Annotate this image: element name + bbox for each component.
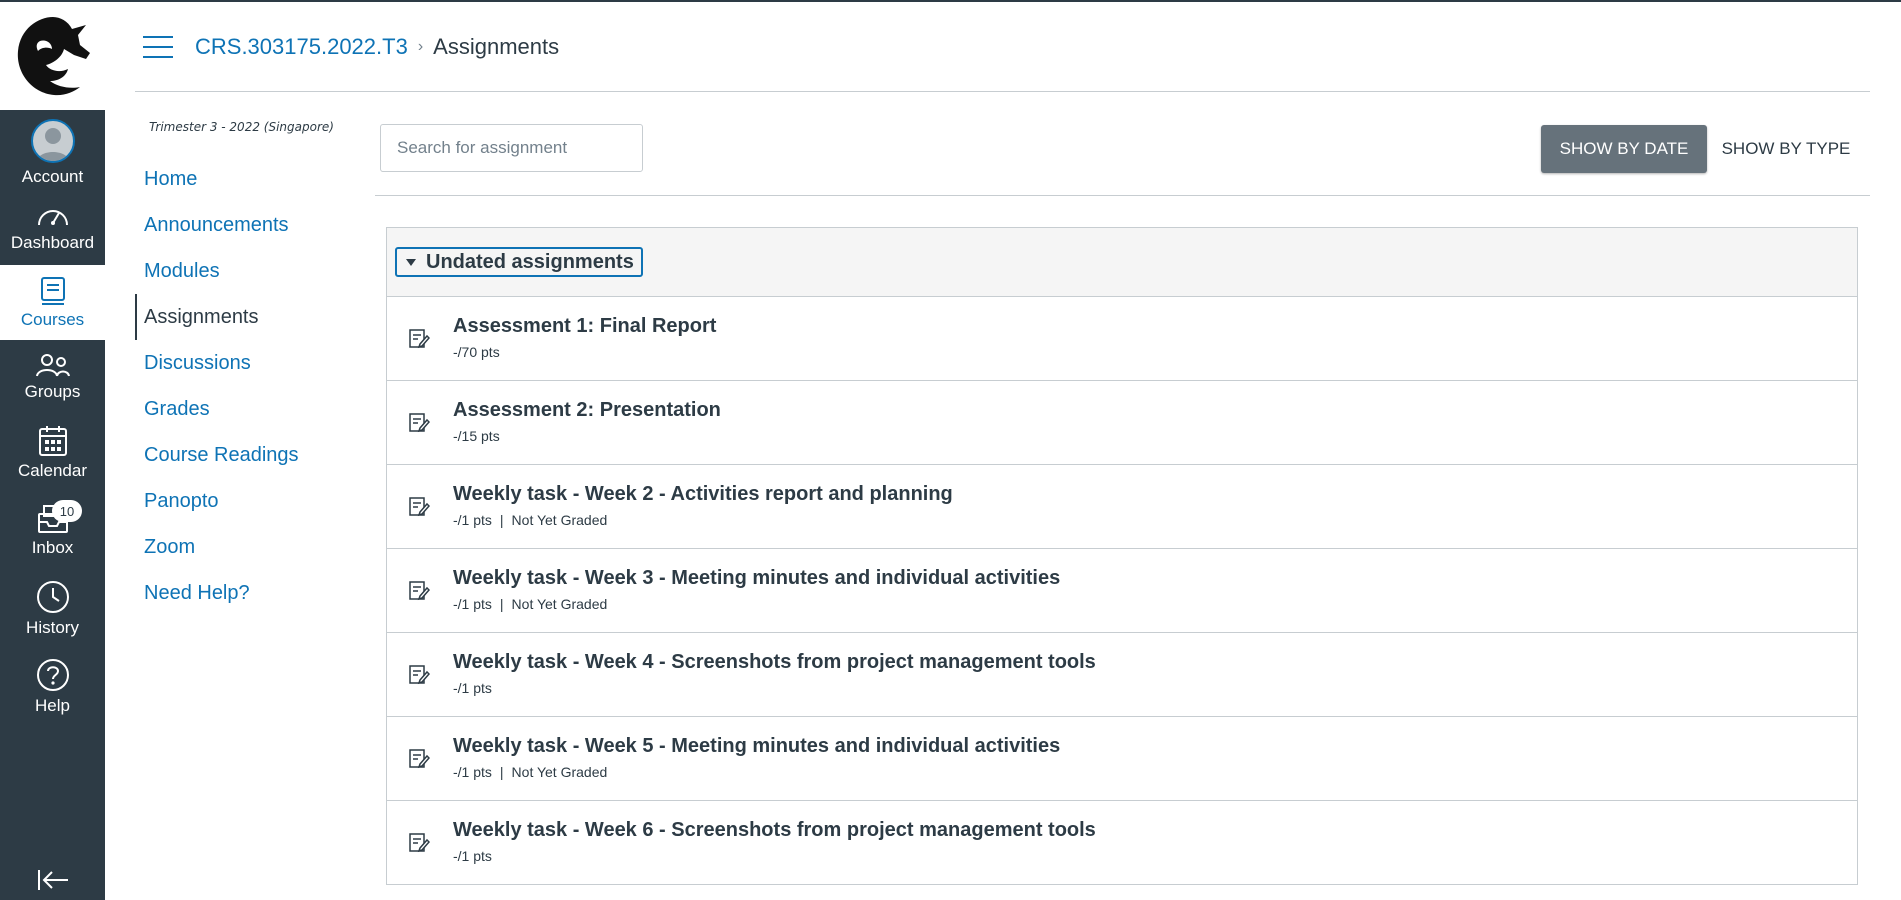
- book-icon: [40, 276, 65, 305]
- assignment-row[interactable]: Weekly task - Week 6 - Screenshots from …: [387, 801, 1857, 885]
- course-nav-need-help[interactable]: Need Help?: [135, 570, 365, 616]
- nav-inbox-label: Inbox: [31, 538, 74, 557]
- group-title: Undated assignments: [426, 250, 634, 273]
- nav-account-label: Account: [21, 167, 84, 186]
- course-nav-modules[interactable]: Modules: [135, 248, 365, 294]
- nav-history-label: History: [26, 618, 79, 637]
- assignment-edit-icon: [409, 749, 430, 769]
- assignment-points: -/70 pts: [453, 344, 500, 360]
- course-nav-assignments[interactable]: Assignments: [135, 294, 365, 340]
- breadcrumb-separator: ›: [417, 37, 424, 55]
- assignment-edit-icon: [409, 497, 430, 517]
- dashboard-gauge-icon: [37, 209, 68, 225]
- nav-groups[interactable]: Groups: [0, 340, 105, 413]
- meta-separator: |: [499, 764, 504, 780]
- course-nav-course-readings[interactable]: Course Readings: [135, 432, 365, 478]
- nav-groups-label: Groups: [24, 381, 81, 401]
- breadcrumb: CRS.303175.2022.T3 › Assignments: [173, 34, 559, 60]
- avatar: [30, 119, 75, 163]
- help-question-icon: [36, 659, 69, 691]
- collapse-arrow-icon: [37, 870, 68, 890]
- user-silhouette-icon: [36, 128, 69, 161]
- page-header: CRS.303175.2022.T3 › Assignments: [135, 2, 1870, 92]
- nav-calendar[interactable]: Calendar: [0, 413, 105, 492]
- assignment-row[interactable]: Weekly task - Week 4 - Screenshots from …: [387, 633, 1857, 717]
- nav-history[interactable]: History: [0, 570, 105, 648]
- nav-inbox[interactable]: 10 Inbox: [0, 492, 105, 570]
- assignment-title[interactable]: Weekly task - Week 2 - Activities report…: [453, 483, 953, 506]
- toolbar-divider: [375, 195, 1870, 196]
- group-collapse-toggle[interactable]: Undated assignments: [395, 247, 643, 277]
- meta-separator: |: [499, 596, 504, 612]
- course-nav-zoom[interactable]: Zoom: [135, 524, 365, 570]
- grading-status: Not Yet Graded: [511, 512, 608, 528]
- assignment-row[interactable]: Weekly task - Week 5 - Meeting minutes a…: [387, 717, 1857, 801]
- assignment-edit-icon: [409, 581, 430, 601]
- assignment-title[interactable]: Assessment 1: Final Report: [453, 315, 716, 338]
- assignment-edit-icon: [409, 665, 430, 685]
- nav-courses-label: Courses: [20, 309, 85, 329]
- assignment-group-header: Undated assignments: [387, 228, 1857, 297]
- institution-logo[interactable]: [0, 2, 105, 110]
- caret-down-icon: [406, 258, 416, 266]
- assignment-points: -/1 pts: [453, 848, 492, 864]
- course-nav: Trimester 3 - 2022 (Singapore) Home Anno…: [135, 120, 365, 616]
- nav-dashboard-label: Dashboard: [10, 232, 95, 252]
- breadcrumb-current: Assignments: [433, 33, 560, 59]
- assignment-title[interactable]: Weekly task - Week 4 - Screenshots from …: [453, 651, 1096, 674]
- course-nav-panopto[interactable]: Panopto: [135, 478, 365, 524]
- course-nav-announcements[interactable]: Announcements: [135, 202, 365, 248]
- assignment-edit-icon: [409, 413, 430, 433]
- calendar-icon: [38, 425, 67, 456]
- breadcrumb-course-link[interactable]: CRS.303175.2022.T3: [195, 34, 408, 60]
- assignment-title[interactable]: Weekly task - Week 6 - Screenshots from …: [453, 819, 1096, 842]
- assignment-points: -/1 pts: [453, 596, 492, 612]
- nav-help[interactable]: Help: [0, 648, 105, 726]
- clock-icon: [36, 581, 69, 613]
- assignment-points: -/1 pts: [453, 680, 492, 696]
- show-by-type-button[interactable]: SHOW BY TYPE: [1716, 125, 1856, 173]
- inbox-unread-badge: 10: [52, 500, 82, 522]
- assignment-points: -/1 pts: [453, 764, 492, 780]
- assignment-title[interactable]: Weekly task - Week 3 - Meeting minutes a…: [453, 567, 1060, 590]
- course-nav-home[interactable]: Home: [135, 156, 365, 202]
- assignment-row[interactable]: Weekly task - Week 2 - Activities report…: [387, 465, 1857, 549]
- grading-status: Not Yet Graded: [511, 764, 608, 780]
- nav-calendar-label: Calendar: [18, 460, 87, 480]
- collapse-nav-button[interactable]: [0, 868, 105, 892]
- assignment-title[interactable]: Weekly task - Week 5 - Meeting minutes a…: [453, 735, 1060, 758]
- nav-help-label: Help: [35, 696, 70, 715]
- course-menu-toggle-icon[interactable]: [143, 35, 173, 58]
- meta-separator: |: [499, 512, 504, 528]
- assignment-points: -/1 pts: [453, 512, 492, 528]
- global-nav: Account Dashboard Courses Groups Calenda…: [0, 2, 105, 900]
- assignment-edit-icon: [409, 329, 430, 349]
- grading-status: Not Yet Graded: [511, 596, 608, 612]
- assignment-title[interactable]: Assessment 2: Presentation: [453, 399, 721, 422]
- groups-icon: [35, 353, 70, 376]
- search-assignment-input[interactable]: [380, 124, 643, 172]
- horse-logo-icon: [17, 17, 90, 96]
- show-by-date-button[interactable]: SHOW BY DATE: [1541, 125, 1707, 173]
- nav-dashboard[interactable]: Dashboard: [0, 190, 105, 265]
- assignment-group: Undated assignments Assessment 1: Final …: [386, 227, 1858, 885]
- assignment-points: -/15 pts: [453, 428, 500, 444]
- assignment-row[interactable]: Assessment 2: Presentation -/15 pts: [387, 381, 1857, 465]
- course-nav-grades[interactable]: Grades: [135, 386, 365, 432]
- assignment-row[interactable]: Assessment 1: Final Report -/70 pts: [387, 297, 1857, 381]
- nav-account[interactable]: Account: [0, 110, 105, 190]
- assignment-edit-icon: [409, 833, 430, 853]
- course-nav-discussions[interactable]: Discussions: [135, 340, 365, 386]
- nav-courses[interactable]: Courses: [0, 265, 105, 340]
- assignment-row[interactable]: Weekly task - Week 3 - Meeting minutes a…: [387, 549, 1857, 633]
- term-label: Trimester 3 - 2022 (Singapore): [149, 120, 334, 134]
